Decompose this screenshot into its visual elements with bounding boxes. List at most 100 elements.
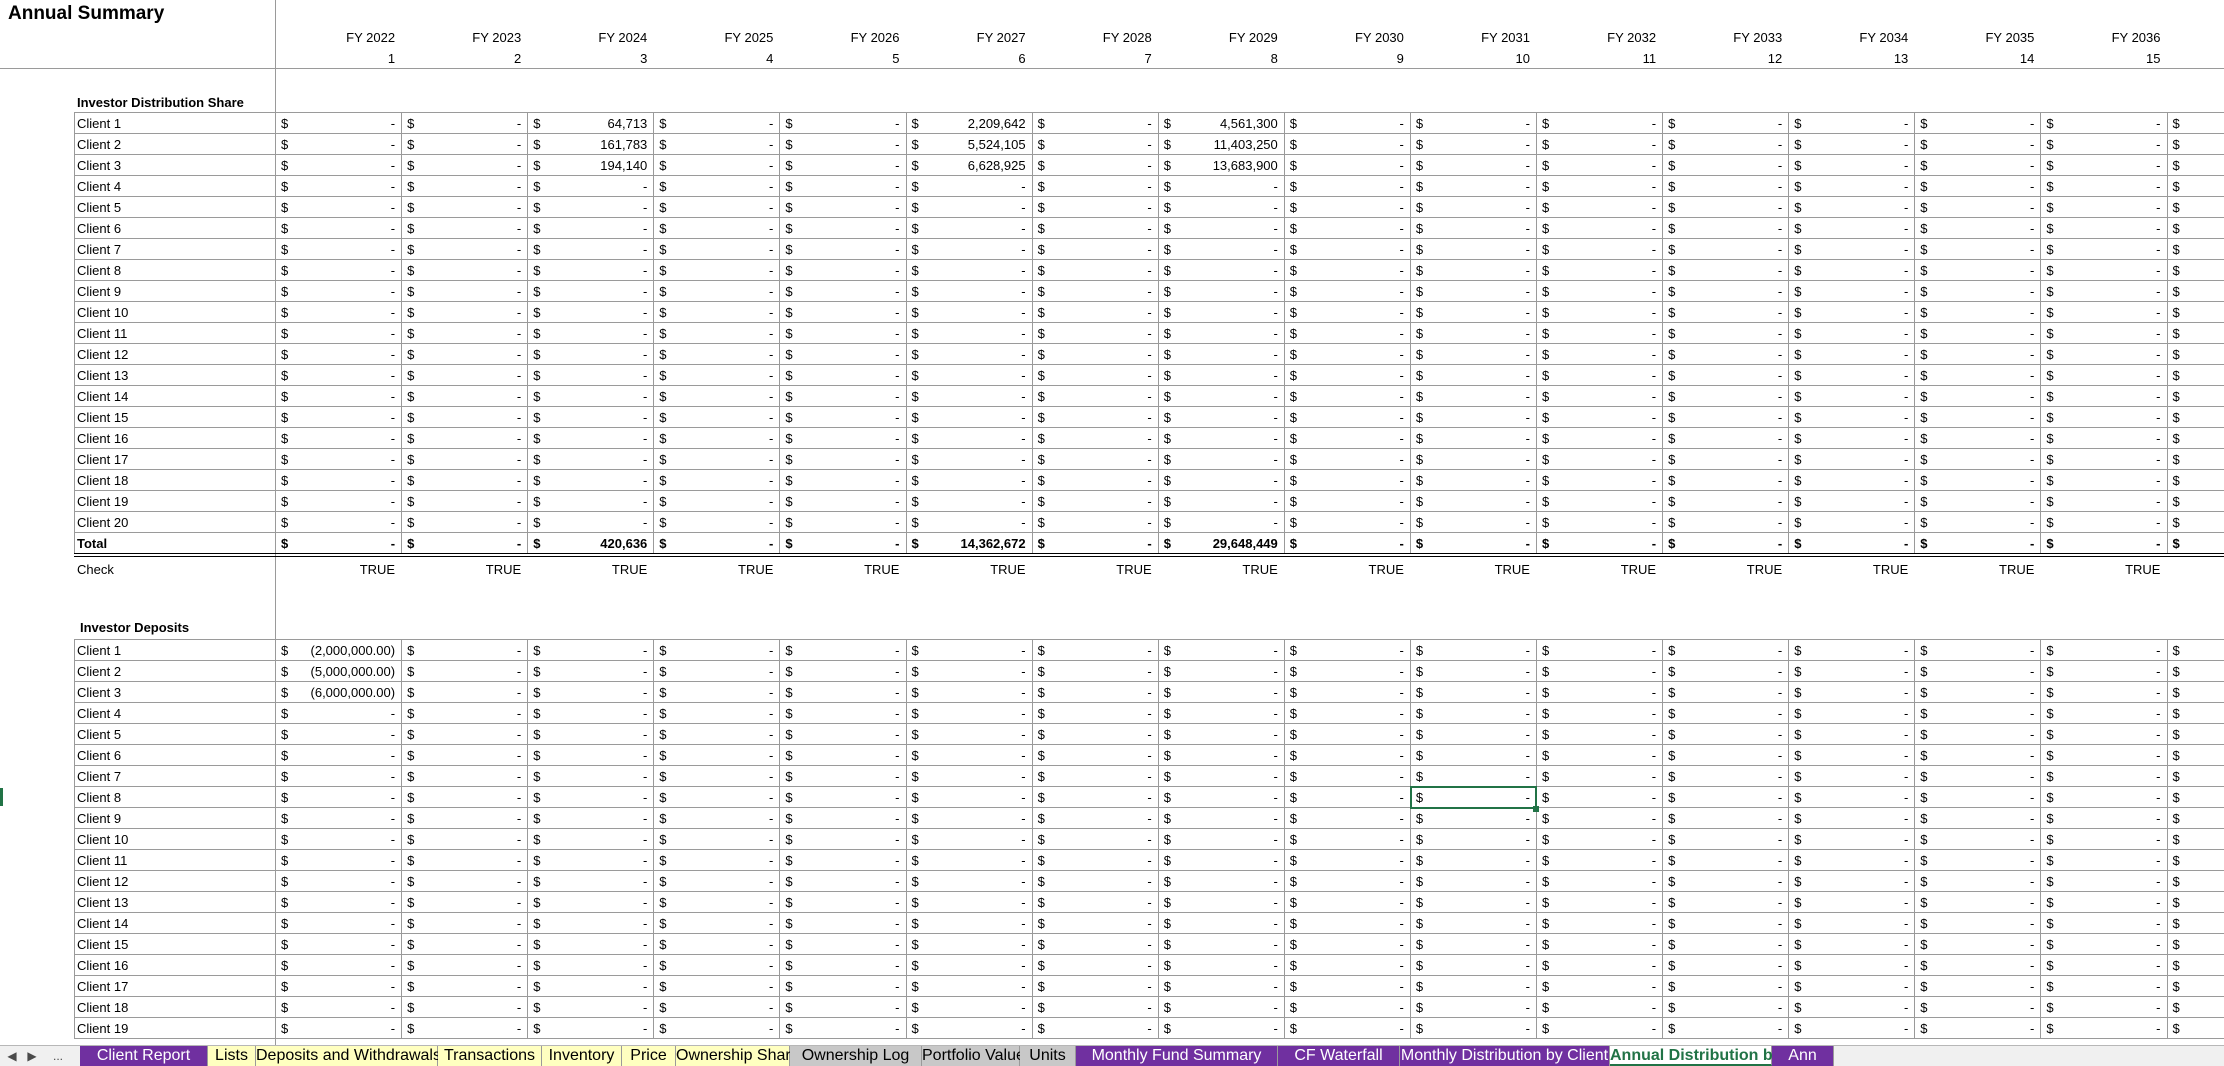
tab-scroll-right-icon[interactable]: ▶ bbox=[24, 1046, 40, 1066]
check-value[interactable]: TRUE bbox=[779, 559, 899, 580]
value-cell[interactable]: $ - bbox=[2040, 302, 2166, 323]
value-cell[interactable]: $ - bbox=[779, 766, 905, 787]
value-cell[interactable]: $ - bbox=[779, 682, 905, 703]
value-cell[interactable]: $ - bbox=[1032, 640, 1158, 661]
value-cell[interactable]: $ - bbox=[1284, 218, 1410, 239]
value-cell[interactable]: $ - bbox=[1914, 176, 2040, 197]
value-cell[interactable]: $ - bbox=[1032, 197, 1158, 218]
value-cell[interactable]: $ - bbox=[2040, 703, 2166, 724]
value-cell[interactable]: $ - bbox=[527, 218, 653, 239]
value-cell[interactable]: $ - bbox=[1410, 829, 1536, 850]
value-cell[interactable]: $ - bbox=[527, 344, 653, 365]
value-cell[interactable]: $ - bbox=[1914, 491, 2040, 512]
value-cell[interactable]: $ - bbox=[1662, 934, 1788, 955]
value-cell[interactable]: $ - bbox=[1032, 176, 1158, 197]
value-cell[interactable]: $ - bbox=[1158, 449, 1284, 470]
value-cell[interactable]: $ - bbox=[401, 661, 527, 682]
value-cell[interactable]: $ - bbox=[1032, 934, 1158, 955]
value-cell[interactable]: $ - bbox=[401, 850, 527, 871]
value-cell[interactable]: $ - bbox=[1410, 724, 1536, 745]
value-cell[interactable]: $ - bbox=[1032, 871, 1158, 892]
total-cell[interactable]: $ - bbox=[1662, 533, 1788, 554]
value-cell[interactable]: $194,140 bbox=[527, 155, 653, 176]
value-cell[interactable]: $ - bbox=[1914, 239, 2040, 260]
value-cell[interactable]: $ - bbox=[401, 871, 527, 892]
value-cell[interactable]: $ - bbox=[906, 470, 1032, 491]
value-cell[interactable]: $ - bbox=[1410, 281, 1536, 302]
value-cell[interactable]: $ - bbox=[401, 344, 527, 365]
spreadsheet-grid[interactable]: Annual Summary FY 2022 1 FY 2023 2 FY 2024 3 F… bbox=[0, 0, 2224, 1045]
value-cell[interactable]: $ - bbox=[1284, 407, 1410, 428]
value-cell[interactable]: $ - bbox=[527, 449, 653, 470]
value-cell[interactable]: $ - bbox=[1410, 682, 1536, 703]
value-cell[interactable]: $ - bbox=[527, 682, 653, 703]
value-cell[interactable]: $ - bbox=[275, 428, 401, 449]
value-cell[interactable]: $ - bbox=[1662, 512, 1788, 533]
value-cell[interactable]: $ - bbox=[906, 850, 1032, 871]
value-cell[interactable]: $ bbox=[2167, 428, 2224, 449]
value-cell[interactable]: $ - bbox=[1662, 260, 1788, 281]
value-cell[interactable]: $ - bbox=[1284, 682, 1410, 703]
value-cell[interactable]: $ - bbox=[1914, 407, 2040, 428]
value-cell[interactable]: $ - bbox=[906, 512, 1032, 533]
value-cell[interactable]: $ - bbox=[401, 428, 527, 449]
value-cell[interactable]: $ - bbox=[2040, 661, 2166, 682]
value-cell[interactable]: $ - bbox=[1158, 491, 1284, 512]
value-cell[interactable]: $ - bbox=[1284, 365, 1410, 386]
value-cell[interactable]: $ - bbox=[779, 745, 905, 766]
value-cell[interactable]: $ - bbox=[1536, 766, 1662, 787]
value-cell[interactable]: $ - bbox=[527, 197, 653, 218]
value-cell[interactable]: $ - bbox=[1914, 892, 2040, 913]
value-cell[interactable]: $ - bbox=[779, 976, 905, 997]
value-cell[interactable]: $ - bbox=[1662, 386, 1788, 407]
value-cell[interactable]: $ - bbox=[653, 724, 779, 745]
value-cell[interactable]: $ - bbox=[527, 661, 653, 682]
check-value[interactable]: TRUE bbox=[906, 559, 1025, 580]
value-cell[interactable]: $ - bbox=[1032, 155, 1158, 176]
tab-scroll-left-icon[interactable]: ◀ bbox=[4, 1046, 20, 1066]
value-cell[interactable]: $ - bbox=[1788, 871, 1914, 892]
value-cell[interactable]: $161,783 bbox=[527, 134, 653, 155]
value-cell[interactable]: $ - bbox=[527, 934, 653, 955]
value-cell[interactable]: $ - bbox=[401, 766, 527, 787]
value-cell[interactable]: $ - bbox=[653, 176, 779, 197]
value-cell[interactable]: $ - bbox=[1284, 155, 1410, 176]
value-cell[interactable]: $ - bbox=[906, 428, 1032, 449]
sheet-tab[interactable]: Portfolio Value bbox=[922, 1046, 1025, 1066]
value-cell[interactable]: $ - bbox=[401, 934, 527, 955]
value-cell[interactable]: $ - bbox=[527, 724, 653, 745]
total-cell[interactable]: $ - bbox=[653, 533, 779, 554]
value-cell[interactable]: $ - bbox=[779, 470, 905, 491]
value-cell[interactable]: $ - bbox=[653, 365, 779, 386]
value-cell[interactable]: $ - bbox=[1536, 787, 1662, 808]
value-cell[interactable]: $ - bbox=[1788, 703, 1914, 724]
value-cell[interactable]: $ - bbox=[527, 1018, 653, 1039]
sheet-tab[interactable]: Ownership Share bbox=[676, 1046, 800, 1066]
value-cell[interactable]: $ - bbox=[906, 323, 1032, 344]
value-cell[interactable]: $ - bbox=[1158, 934, 1284, 955]
value-cell[interactable]: $ - bbox=[401, 281, 527, 302]
value-cell[interactable]: $ - bbox=[1788, 218, 1914, 239]
value-cell[interactable]: $ bbox=[2167, 386, 2224, 407]
value-cell[interactable]: $ - bbox=[2040, 934, 2166, 955]
value-cell[interactable]: $ - bbox=[1410, 176, 1536, 197]
value-cell[interactable]: $ - bbox=[779, 113, 905, 134]
value-cell[interactable]: $ - bbox=[1032, 134, 1158, 155]
value-cell[interactable]: $ - bbox=[779, 323, 905, 344]
value-cell[interactable]: $ - bbox=[1662, 134, 1788, 155]
value-cell[interactable]: $ - bbox=[779, 871, 905, 892]
value-cell[interactable]: $ - bbox=[2040, 134, 2166, 155]
value-cell[interactable]: $ bbox=[2167, 239, 2224, 260]
sheet-tab[interactable]: Lists bbox=[208, 1046, 256, 1066]
value-cell[interactable]: $ - bbox=[401, 491, 527, 512]
value-cell[interactable]: $ - bbox=[2040, 892, 2166, 913]
value-cell[interactable]: $ - bbox=[2040, 1018, 2166, 1039]
value-cell[interactable]: $ - bbox=[1284, 913, 1410, 934]
value-cell[interactable]: $ - bbox=[1158, 640, 1284, 661]
value-cell[interactable]: $ - bbox=[275, 470, 401, 491]
value-cell[interactable]: $ bbox=[2167, 197, 2224, 218]
value-cell[interactable]: $ - bbox=[2040, 197, 2166, 218]
value-cell[interactable]: $ bbox=[2167, 766, 2224, 787]
value-cell[interactable]: $ - bbox=[1536, 892, 1662, 913]
value-cell[interactable]: $ - bbox=[1914, 323, 2040, 344]
